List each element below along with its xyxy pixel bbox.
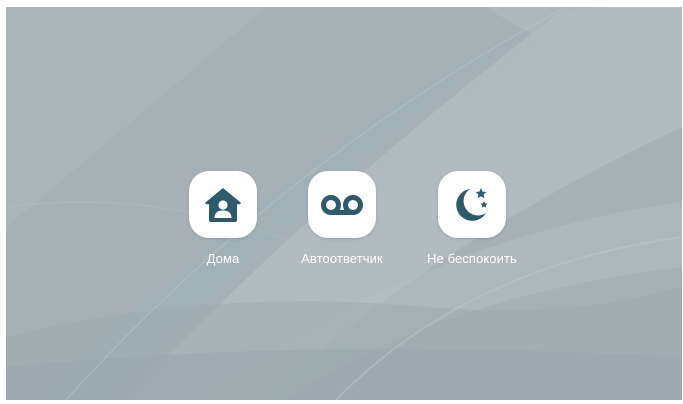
mode-do-not-disturb-button[interactable]: Не беспокоить bbox=[412, 171, 532, 266]
mode-answering-machine-label: Автоответчик bbox=[301, 251, 383, 266]
house-person-icon bbox=[205, 187, 241, 222]
voicemail-icon bbox=[321, 194, 363, 215]
mode-answering-machine-button[interactable]: Автоответчик bbox=[282, 171, 402, 266]
mode-do-not-disturb-label: Не беспокоить bbox=[427, 251, 517, 266]
mode-home-tile[interactable] bbox=[189, 171, 257, 238]
mode-home-button[interactable]: Дома bbox=[163, 171, 283, 266]
mode-answering-machine-tile[interactable] bbox=[308, 171, 376, 238]
mode-screen: Дома Автоответчик Не беспокоить bbox=[6, 7, 682, 400]
moon-stars-icon bbox=[456, 187, 488, 221]
mode-home-label: Дома bbox=[206, 251, 240, 266]
mode-do-not-disturb-tile[interactable] bbox=[438, 171, 506, 238]
